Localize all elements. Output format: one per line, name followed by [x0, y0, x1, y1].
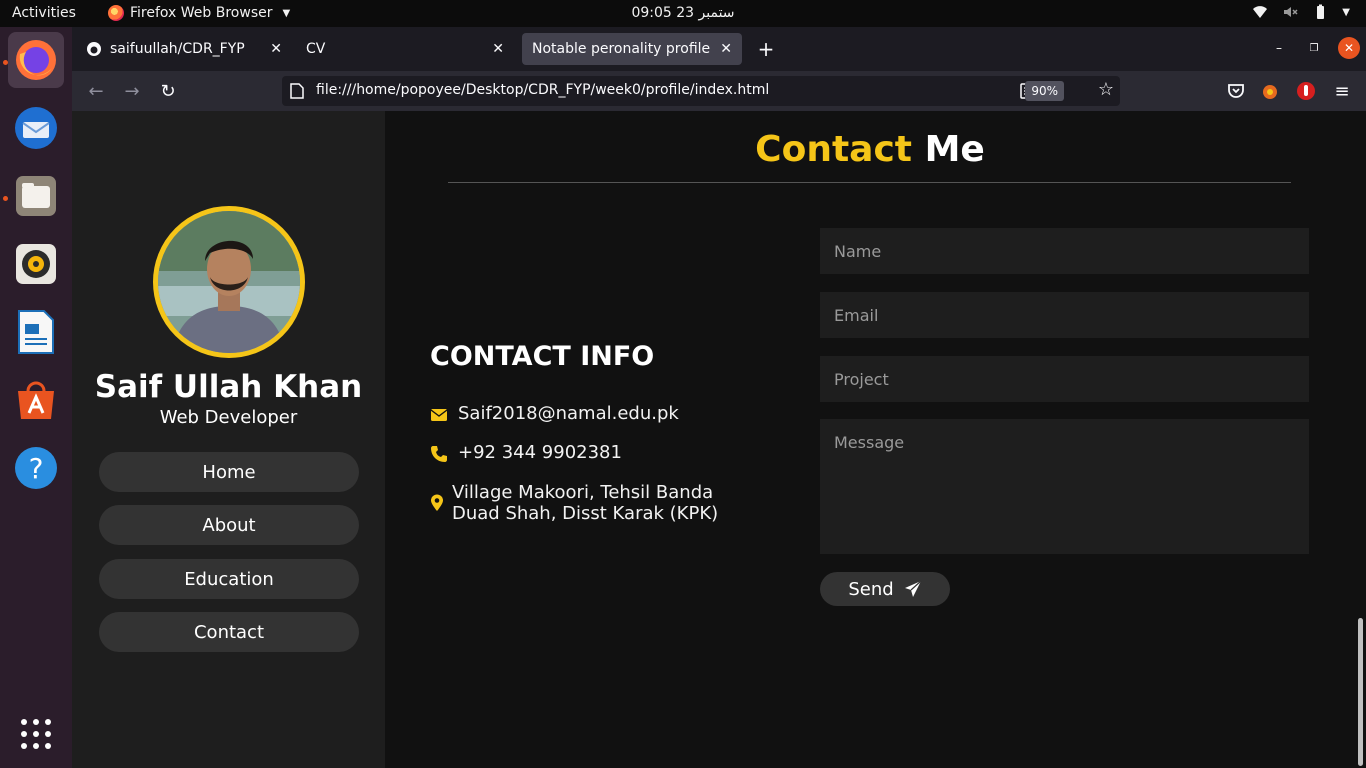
profile-name: Saif Ullah Khan	[94, 369, 363, 405]
volume-muted-icon	[1284, 7, 1298, 17]
tab-profile[interactable]: Notable peronality profile p ✕	[522, 33, 742, 65]
github-icon	[87, 42, 101, 56]
page-icon	[290, 83, 304, 99]
contact-address-row: Village Makoori, Tehsil Banda Duad Shah,…	[430, 482, 718, 524]
tab-label: saifuullah/CDR_FYP	[110, 41, 245, 57]
phone-icon	[431, 446, 447, 462]
ubuntu-dock: ?	[0, 27, 72, 768]
dock-files[interactable]	[8, 168, 64, 224]
contact-info-heading: CONTACT INFO	[430, 341, 655, 372]
thunderbird-icon	[15, 107, 57, 149]
close-icon[interactable]: ✕	[720, 41, 732, 57]
address-line: Village Makoori, Tehsil Banda	[452, 482, 714, 503]
contact-phone-row: +92 344 9902381	[430, 442, 622, 463]
svg-text:?: ?	[29, 452, 44, 485]
paper-plane-icon	[904, 580, 922, 597]
title-rest: Me	[924, 129, 985, 170]
send-label: Send	[848, 578, 894, 600]
browser-tab-bar: saifuullah/CDR_FYP ✕ CV ✕ Notable perona…	[72, 27, 1366, 71]
contact-phone: +92 344 9902381	[458, 442, 622, 463]
battery-icon	[1317, 4, 1325, 19]
tab-cv[interactable]: CV ✕	[296, 33, 514, 65]
app-menu-label: Firefox Web Browser	[130, 5, 273, 21]
clock[interactable]: 09:05 ستمبر 23	[631, 5, 734, 21]
scrollbar[interactable]	[1358, 618, 1363, 766]
maximize-button[interactable]: ❐	[1303, 37, 1325, 59]
project-input[interactable]	[820, 356, 1309, 402]
dock-rhythmbox[interactable]	[8, 236, 64, 292]
pocket-icon[interactable]	[1226, 81, 1246, 101]
chevron-down-icon: ▼	[1342, 6, 1350, 18]
profile-role: Web Developer	[159, 407, 298, 428]
hamburger-menu-icon[interactable]: ≡	[1332, 81, 1352, 102]
title-accent: Contact	[755, 129, 913, 170]
reload-button[interactable]: ↻	[158, 81, 178, 102]
firefox-icon	[16, 40, 56, 80]
close-icon[interactable]: ✕	[270, 41, 282, 57]
firefox-icon	[108, 5, 124, 21]
contact-address: Village Makoori, Tehsil Banda Duad Shah,…	[452, 482, 718, 524]
avatar	[153, 206, 305, 358]
profile-sidebar: Saif Ullah Khan Web Developer Home About…	[72, 111, 385, 768]
tab-label: Notable peronality profile p	[532, 41, 713, 57]
profile-photo	[158, 211, 300, 353]
activities-button[interactable]: Activities	[12, 5, 76, 21]
zoom-indicator[interactable]: 90%	[1025, 81, 1064, 101]
email-input[interactable]	[820, 292, 1309, 338]
show-applications-button[interactable]	[8, 706, 64, 762]
back-button[interactable]: ←	[86, 81, 106, 102]
send-button[interactable]: Send	[820, 572, 950, 606]
tab-github[interactable]: saifuullah/CDR_FYP ✕	[76, 33, 292, 65]
browser-toolbar: ← → ↻ file:///home/popoyee/Desktop/CDR_F…	[72, 71, 1366, 111]
system-tray[interactable]: ▼	[1252, 4, 1350, 20]
contact-section: Contact Me CONTACT INFO Saif2018@namal.e…	[385, 111, 1366, 768]
nav-education-button[interactable]: Education	[99, 559, 359, 599]
close-window-button[interactable]: ✕	[1338, 37, 1360, 59]
name-input[interactable]	[820, 228, 1309, 274]
new-tab-button[interactable]: +	[756, 37, 776, 61]
url-text: file:///home/popoyee/Desktop/CDR_FYP/wee…	[316, 82, 770, 98]
wifi-icon	[1253, 6, 1268, 18]
tab-label: CV	[306, 41, 326, 57]
map-marker-icon	[431, 494, 443, 511]
contact-email: Saif2018@namal.edu.pk	[458, 403, 679, 424]
nav-home-button[interactable]: Home	[99, 452, 359, 492]
url-bar[interactable]: file:///home/popoyee/Desktop/CDR_FYP/wee…	[282, 76, 1120, 106]
nav-contact-button[interactable]: Contact	[99, 612, 359, 652]
dock-libreoffice-writer[interactable]	[8, 304, 64, 360]
close-icon[interactable]: ✕	[492, 41, 504, 57]
dock-firefox[interactable]	[8, 32, 64, 88]
bookmark-star-icon[interactable]: ☆	[1098, 79, 1114, 100]
app-grid-icon	[21, 719, 51, 749]
dock-help[interactable]: ?	[8, 440, 64, 496]
system-top-bar: Activities Firefox Web Browser ▼ 09:05 س…	[0, 0, 1366, 27]
help-icon: ?	[15, 447, 57, 489]
extension-hand-icon[interactable]	[1296, 81, 1316, 101]
divider	[448, 182, 1291, 183]
dock-software[interactable]	[8, 372, 64, 428]
writer-icon	[18, 310, 54, 354]
contact-email-row: Saif2018@namal.edu.pk	[430, 403, 679, 424]
nav-about-button[interactable]: About	[99, 505, 359, 545]
forward-button[interactable]: →	[122, 81, 142, 102]
section-title: Contact Me	[385, 129, 1355, 170]
extension-fox-icon[interactable]	[1260, 81, 1280, 101]
files-icon	[16, 176, 56, 216]
message-textarea[interactable]	[820, 419, 1309, 554]
address-line: Duad Shah, Disst Karak (KPK)	[452, 503, 719, 524]
minimize-button[interactable]: –	[1268, 37, 1290, 59]
dock-thunderbird[interactable]	[8, 100, 64, 156]
rhythmbox-icon	[16, 244, 56, 284]
envelope-icon	[430, 409, 448, 421]
caret-down-icon: ▼	[282, 7, 291, 19]
app-menu[interactable]: Firefox Web Browser ▼	[108, 5, 290, 21]
web-page: Saif Ullah Khan Web Developer Home About…	[72, 111, 1366, 768]
software-store-icon	[18, 381, 54, 419]
